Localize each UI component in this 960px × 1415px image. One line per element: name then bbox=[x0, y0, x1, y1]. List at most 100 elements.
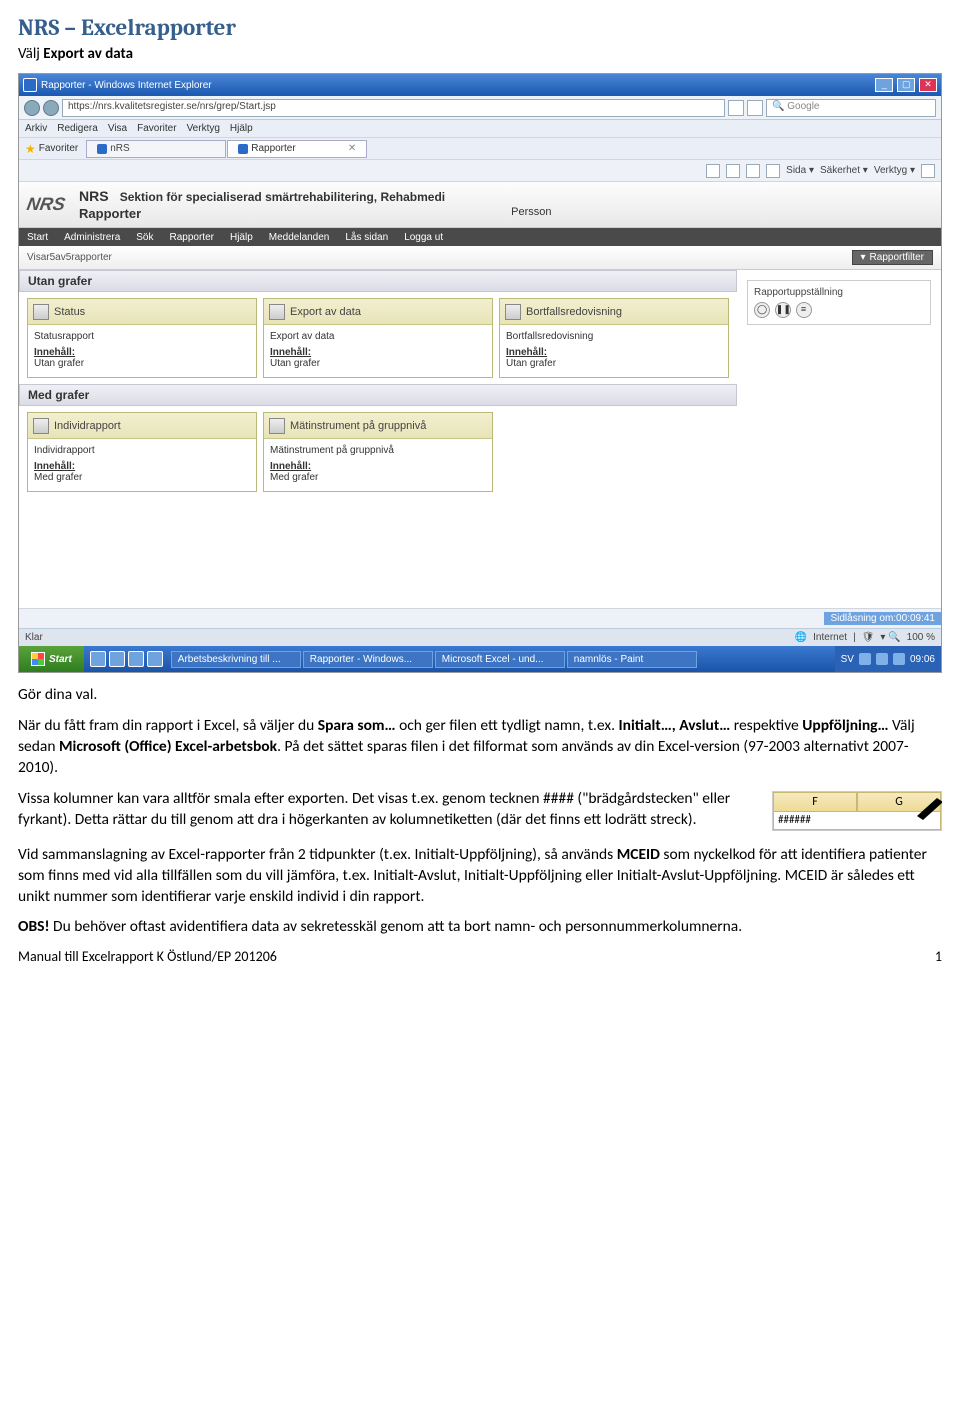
menu-redigera[interactable]: Redigera bbox=[57, 123, 98, 134]
lang-indicator[interactable]: SV bbox=[841, 654, 854, 665]
col-f: F bbox=[773, 792, 857, 812]
doc-title: NRS – Excelrapporter bbox=[18, 14, 942, 41]
para-3: Vid sammanslagning av Excel-rapporter fr… bbox=[18, 845, 942, 908]
minimize-button[interactable]: _ bbox=[875, 78, 893, 92]
forward-button[interactable] bbox=[43, 100, 59, 116]
tab-label: Rapporter bbox=[251, 143, 295, 154]
card-bortfall[interactable]: Bortfallsredovisning Bortfallsredovisnin… bbox=[499, 298, 729, 378]
nav-start[interactable]: Start bbox=[27, 232, 48, 243]
card-content: Med grafer bbox=[270, 472, 486, 483]
para-1b: När du fått fram din rapport i Excel, så… bbox=[18, 716, 942, 779]
ql-icon[interactable] bbox=[109, 651, 125, 667]
start-button[interactable]: Start bbox=[19, 646, 84, 672]
para-4: OBS! Du behöver oftast avidentifiera dat… bbox=[18, 917, 942, 938]
card-desc: Individrapport bbox=[34, 445, 250, 456]
card-title: Bortfallsredovisning bbox=[526, 306, 622, 318]
intro-bold: Export av data bbox=[43, 45, 133, 63]
window-title: Rapporter - Windows Internet Explorer bbox=[41, 80, 212, 91]
nav-administrera[interactable]: Administrera bbox=[64, 232, 120, 243]
section-utan-grafer: Utan grafer bbox=[19, 270, 737, 292]
nrs-sub: Rapporter bbox=[79, 206, 141, 221]
nrs-header: NRS NRS Sektion för specialiserad smärtr… bbox=[19, 182, 941, 228]
ql-icon[interactable] bbox=[128, 651, 144, 667]
card-matinstrument[interactable]: Mätinstrument på gruppnivå Mätinstrument… bbox=[263, 412, 493, 492]
page-toolbar: Sida ▾ Säkerhet ▾ Verktyg ▾ bbox=[19, 160, 941, 182]
tray-icon[interactable] bbox=[876, 653, 888, 665]
nav-logga-ut[interactable]: Logga ut bbox=[404, 232, 443, 243]
search-field[interactable]: 🔍 Google bbox=[766, 99, 936, 117]
task-item[interactable]: Rapporter - Windows... bbox=[303, 651, 433, 668]
para-2: Vissa kolumner kan vara alltför smala ef… bbox=[18, 789, 730, 829]
nav-las-sidan[interactable]: Lås sidan bbox=[345, 232, 388, 243]
task-item[interactable]: namnlös - Paint bbox=[567, 651, 697, 668]
globe-icon: 🌐 bbox=[795, 632, 807, 643]
ie-statusbar: Klar 🌐 Internet | 🛡 ▾ 🔍 100 % bbox=[19, 628, 941, 646]
menu-verktyg[interactable]: Verktyg bbox=[187, 123, 220, 134]
close-button[interactable]: ✕ bbox=[919, 78, 937, 92]
layout-btn-2[interactable]: ❚❚ bbox=[775, 302, 791, 318]
print-icon[interactable] bbox=[766, 164, 780, 178]
tab-rapporter[interactable]: Rapporter ✕ bbox=[227, 140, 367, 158]
nav-hjalp[interactable]: Hjälp bbox=[230, 232, 253, 243]
nrs-section: Sektion för specialiserad smärtrehabilit… bbox=[120, 190, 445, 204]
tray-icon[interactable] bbox=[859, 653, 871, 665]
tb-sakerhet[interactable]: Säkerhet ▾ bbox=[820, 165, 868, 176]
task-item[interactable]: Arbetsbeskrivning till ... bbox=[171, 651, 301, 668]
intro-prefix: Välj bbox=[18, 45, 43, 63]
chart-icon bbox=[33, 418, 49, 434]
nav-meddelanden[interactable]: Meddelanden bbox=[269, 232, 330, 243]
ql-icon[interactable] bbox=[147, 651, 163, 667]
menu-arkiv[interactable]: Arkiv bbox=[25, 123, 47, 134]
refresh-button[interactable] bbox=[728, 100, 744, 116]
nav-rapporter[interactable]: Rapporter bbox=[170, 232, 214, 243]
card-desc: Statusrapport bbox=[34, 331, 250, 342]
ie-icon bbox=[23, 78, 37, 92]
screenshot: Rapporter - Windows Internet Explorer _ … bbox=[18, 73, 942, 673]
task-item[interactable]: Microsoft Excel - und... bbox=[435, 651, 565, 668]
report-icon bbox=[269, 304, 285, 320]
star-icon: ★ bbox=[25, 142, 36, 156]
cards-row-1: Status StatusrapportInnehåll:Utan grafer… bbox=[19, 292, 737, 384]
card-label: Innehåll: bbox=[270, 347, 311, 358]
help-icon[interactable] bbox=[921, 164, 935, 178]
card-content: Utan grafer bbox=[270, 358, 486, 369]
page-number: 1 bbox=[935, 948, 942, 965]
card-export[interactable]: Export av data Export av dataInnehåll:Ut… bbox=[263, 298, 493, 378]
arrow-icon bbox=[913, 798, 942, 828]
home-icon[interactable] bbox=[706, 164, 720, 178]
back-button[interactable] bbox=[24, 100, 40, 116]
card-desc: Export av data bbox=[270, 331, 486, 342]
mail-icon[interactable] bbox=[746, 164, 760, 178]
menu-visa[interactable]: Visa bbox=[108, 123, 127, 134]
card-individ[interactable]: Individrapport IndividrapportInnehåll:Me… bbox=[27, 412, 257, 492]
url-field[interactable]: https://nrs.kvalitetsregister.se/nrs/gre… bbox=[62, 99, 725, 117]
tb-sida[interactable]: Sida ▾ bbox=[786, 165, 814, 176]
ie-menubar: Arkiv Redigera Visa Favoriter Verktyg Hj… bbox=[19, 120, 941, 138]
app-footer: Sidlåsning om:00:09:41 bbox=[19, 608, 941, 628]
menu-hjalp[interactable]: Hjälp bbox=[230, 123, 253, 134]
tab-icon bbox=[238, 144, 248, 154]
feeds-icon[interactable] bbox=[726, 164, 740, 178]
rapportfilter-button[interactable]: ▾Rapportfilter bbox=[852, 250, 934, 265]
windows-logo-icon bbox=[31, 652, 45, 666]
tb-verktyg[interactable]: Verktyg ▾ bbox=[874, 165, 915, 176]
maximize-button[interactable]: ▢ bbox=[897, 78, 915, 92]
favorites-button[interactable]: ★Favoriter bbox=[19, 142, 84, 156]
layout-btn-3[interactable]: ≡ bbox=[796, 302, 812, 318]
rapportuppstallning-box: Rapportuppställning ◯ ❚❚ ≡ bbox=[747, 280, 931, 325]
right-title: Rapportuppställning bbox=[754, 287, 924, 298]
tab-close-icon[interactable]: ✕ bbox=[348, 143, 356, 154]
card-status[interactable]: Status StatusrapportInnehåll:Utan grafer bbox=[27, 298, 257, 378]
page-footer: Manual till Excelrapport K Östlund/EP 20… bbox=[18, 948, 942, 965]
ql-icon[interactable] bbox=[90, 651, 106, 667]
tab-nrs[interactable]: nRS bbox=[86, 140, 226, 158]
zoom-level[interactable]: 100 % bbox=[907, 632, 935, 643]
menu-favoriter[interactable]: Favoriter bbox=[137, 123, 176, 134]
protected-mode-icon: 🛡 bbox=[862, 632, 875, 643]
tray-icon[interactable] bbox=[893, 653, 905, 665]
layout-btn-1[interactable]: ◯ bbox=[754, 302, 770, 318]
zone-text: Internet bbox=[813, 632, 847, 643]
stop-button[interactable] bbox=[747, 100, 763, 116]
nav-sok[interactable]: Sök bbox=[136, 232, 153, 243]
start-label: Start bbox=[49, 654, 72, 665]
